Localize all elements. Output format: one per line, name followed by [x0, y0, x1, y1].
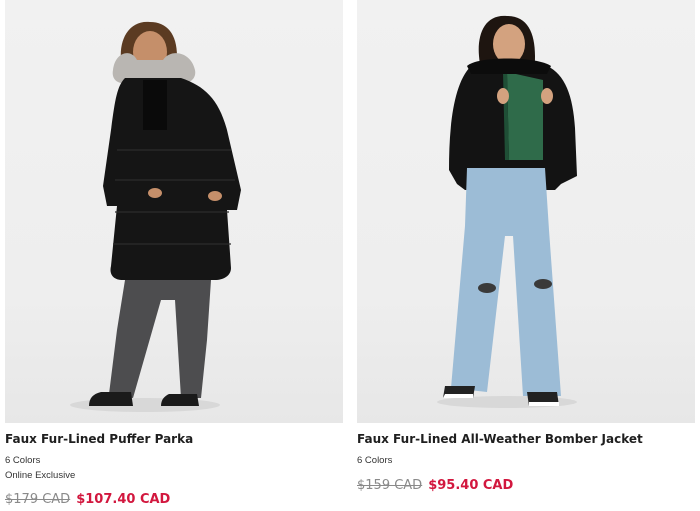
product-image[interactable] — [5, 0, 343, 423]
online-exclusive-badge: Online Exclusive — [5, 470, 76, 481]
price-row: $179 CAD $107.40 CAD — [5, 492, 170, 507]
price-row: $159 CAD $95.40 CAD — [357, 478, 513, 493]
product-card[interactable]: Faux Fur-Lined All-Weather Bomber Jacket… — [357, 0, 695, 493]
product-image[interactable] — [357, 0, 695, 423]
product-name[interactable]: Faux Fur-Lined All-Weather Bomber Jacket — [357, 432, 643, 446]
sale-price: $95.40 CAD — [428, 478, 514, 493]
original-price: $159 CAD — [357, 478, 423, 493]
model-parka-illustration — [70, 21, 241, 412]
product-name[interactable]: Faux Fur-Lined Puffer Parka — [5, 432, 193, 446]
color-count: 6 Colors — [5, 455, 41, 466]
product-grid: Faux Fur-Lined Puffer Parka 6 Colors Onl… — [0, 0, 700, 511]
product-card[interactable]: Faux Fur-Lined Puffer Parka 6 Colors Onl… — [5, 0, 343, 507]
model-bomber-illustration — [437, 15, 577, 408]
sale-price: $107.40 CAD — [76, 492, 171, 507]
original-price: $179 CAD — [5, 492, 71, 507]
color-count: 6 Colors — [357, 455, 393, 466]
